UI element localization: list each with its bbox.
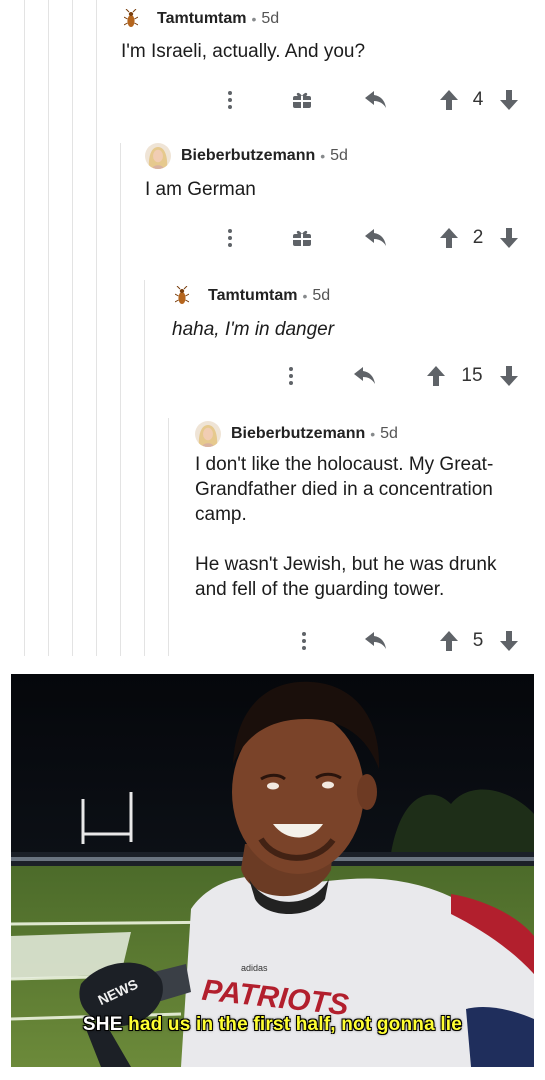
separator-dot: • (251, 11, 257, 27)
woman-avatar[interactable] (195, 421, 221, 447)
reply-arrow-icon[interactable] (352, 363, 378, 389)
gift-award-icon[interactable] (291, 87, 313, 113)
gift-award-icon[interactable] (291, 225, 313, 251)
woman-avatar[interactable] (145, 143, 171, 169)
reply-arrow-icon[interactable] (363, 628, 389, 654)
caption-rest: had us in the first half, not gonna lie (128, 1014, 463, 1035)
more-options-icon[interactable] (222, 225, 238, 251)
separator-dot: • (302, 288, 308, 304)
comment-header: Bieberbutzemann • 5d (195, 421, 535, 447)
comment-body: I don't like the holocaust. My Great-Gra… (195, 452, 530, 602)
username[interactable]: Bieberbutzemann (231, 425, 365, 443)
comment-age: 5d (330, 147, 348, 164)
downvote-arrow-icon[interactable] (499, 628, 519, 654)
upvote-arrow-icon[interactable] (426, 363, 446, 389)
comment-header: Bieberbutzemann • 5d (145, 143, 535, 169)
vote-score: 2 (472, 227, 484, 248)
separator-dot: • (370, 426, 376, 442)
username[interactable]: Bieberbutzemann (181, 147, 315, 165)
cockroach-icon[interactable] (121, 9, 141, 29)
comment-age: 5d (380, 425, 398, 442)
thread-line-6 (144, 280, 145, 656)
upvote-arrow-icon[interactable] (439, 87, 459, 113)
meme-image: PATRIOTS adidas NEWS SHE had us in the f… (11, 674, 534, 1067)
username[interactable]: Tamtumtam (157, 10, 247, 28)
comment-4: Bieberbutzemann • 5d I don't like the ho… (195, 421, 535, 602)
upvote-arrow-icon[interactable] (439, 225, 459, 251)
reply-arrow-icon[interactable] (363, 87, 389, 113)
upvote-arrow-icon[interactable] (439, 628, 459, 654)
comment-4-actions: 5 (0, 628, 545, 654)
vote-score: 4 (472, 89, 484, 110)
cockroach-icon[interactable] (172, 286, 192, 306)
comment-age: 5d (261, 10, 280, 27)
comment-paragraph: I don't like the holocaust. My Great-Gra… (195, 454, 494, 525)
meme-scene: PATRIOTS adidas NEWS (11, 674, 534, 1067)
separator-dot: • (320, 148, 326, 164)
comment-3: Tamtumtam • 5d haha, I'm in danger (172, 285, 535, 342)
comment-age: 5d (312, 287, 331, 304)
vote-score: 5 (472, 630, 484, 651)
thread-line-7 (168, 418, 169, 656)
more-options-icon[interactable] (283, 363, 299, 389)
reply-arrow-icon[interactable] (363, 225, 389, 251)
comment-paragraph: He wasn't Jewish, but he was drunk and f… (195, 554, 497, 600)
comment-2: Bieberbutzemann • 5d I am German (145, 143, 535, 202)
comment-3-actions: 15 (0, 363, 545, 389)
more-options-icon[interactable] (222, 87, 238, 113)
downvote-arrow-icon[interactable] (499, 87, 519, 113)
comment-body: haha, I'm in danger (172, 319, 335, 340)
comment-header: Tamtumtam • 5d (172, 285, 535, 307)
brand-text: adidas (241, 963, 268, 973)
comment-1-actions: 4 (0, 87, 545, 113)
downvote-arrow-icon[interactable] (499, 363, 519, 389)
comment-body: I am German (145, 179, 256, 200)
comment-header: Tamtumtam • 5d (121, 8, 531, 30)
more-options-icon[interactable] (296, 628, 312, 654)
username[interactable]: Tamtumtam (208, 287, 298, 305)
comment-2-actions: 2 (0, 225, 545, 251)
comment-1: Tamtumtam • 5d I'm Israeli, actually. An… (121, 8, 531, 64)
vote-score: 15 (461, 365, 483, 386)
thread-line-5 (120, 143, 121, 656)
meme-caption: SHE had us in the first half, not gonna … (11, 1014, 534, 1036)
comment-body: I'm Israeli, actually. And you? (121, 41, 366, 62)
downvote-arrow-icon[interactable] (499, 225, 519, 251)
caption-first-word: SHE (82, 1014, 123, 1035)
